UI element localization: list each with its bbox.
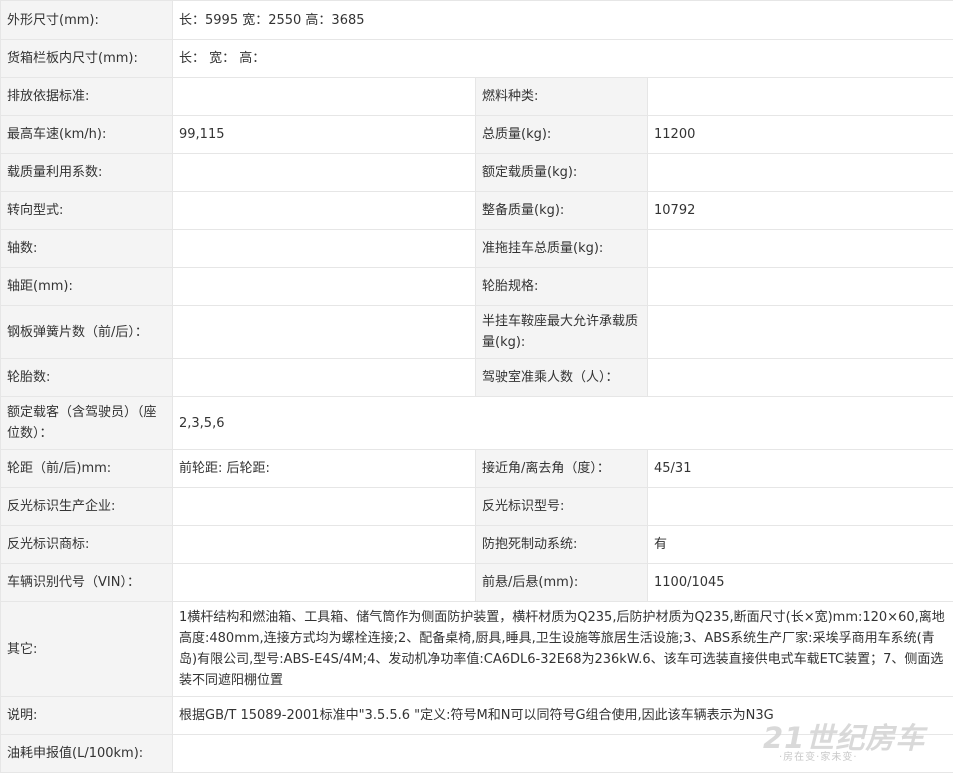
label-steering-type: 转向型式: <box>0 191 173 230</box>
label-total-mass: 总质量(kg): <box>475 115 648 154</box>
value-rated-passengers: 2,3,5,6 <box>171 396 953 450</box>
value-other: 1横杆结构和燃油箱、工具箱、储气筒作为侧面防护装置，横杆材质为Q235,后防护材… <box>171 601 953 697</box>
value-steering-type <box>172 191 476 230</box>
value-reflector-maker <box>172 487 476 526</box>
value-load-coefficient <box>172 153 476 192</box>
value-notes: 根据GB/T 15089-2001标准中"3.5.5.6 "定义:符号M和N可以… <box>171 696 953 735</box>
value-dimensions: 长：5995 宽：2550 高：3685 <box>171 0 953 40</box>
value-axle-count <box>172 229 476 268</box>
label-axle-count: 轴数: <box>0 229 173 268</box>
row-speed-mass: 最高车速(km/h): 99,115 总质量(kg): 11200 <box>0 115 953 154</box>
label-max-speed: 最高车速(km/h): <box>0 115 173 154</box>
value-cargo-box-size: 长： 宽： 高： <box>171 39 953 78</box>
label-cab-occupancy: 驾驶室准乘人数（人）： <box>475 358 648 397</box>
label-fuel-consumption: 油耗申报值(L/100km): <box>0 734 173 773</box>
label-dimensions: 外形尺寸(mm): <box>0 0 173 40</box>
value-tire-spec <box>646 267 953 306</box>
value-tire-count <box>172 358 476 397</box>
row-other: 其它: 1横杆结构和燃油箱、工具箱、储气筒作为侧面防护装置，横杆材质为Q235,… <box>0 601 953 697</box>
row-reflector-brand-abs: 反光标识商标: 防抱死制动系统: 有 <box>0 525 953 564</box>
label-rated-passengers: 额定载客（含驾驶员）（座位数）： <box>0 396 173 450</box>
label-tire-count: 轮胎数: <box>0 358 173 397</box>
label-wheelbase: 轴距(mm): <box>0 267 173 306</box>
value-reflector-model <box>646 487 953 526</box>
row-reflector-maker: 反光标识生产企业: 反光标识型号: <box>0 487 953 526</box>
value-cab-occupancy <box>646 358 953 397</box>
value-reflector-brand <box>172 525 476 564</box>
spec-table: 外形尺寸(mm): 长：5995 宽：2550 高：3685 货箱栏板内尺寸(m… <box>0 0 953 773</box>
value-total-mass: 11200 <box>646 115 953 154</box>
value-overhang: 1100/1045 <box>646 563 953 602</box>
label-abs: 防抱死制动系统: <box>475 525 648 564</box>
label-overhang: 前悬/后悬(mm): <box>475 563 648 602</box>
row-load-coef: 载质量利用系数: 额定载质量(kg): <box>0 153 953 192</box>
value-rated-load <box>646 153 953 192</box>
label-cargo-box-size: 货箱栏板内尺寸(mm): <box>0 39 173 78</box>
label-load-coefficient: 载质量利用系数: <box>0 153 173 192</box>
value-fuel-type <box>646 77 953 116</box>
value-leaf-springs <box>172 305 476 359</box>
value-track-width: 前轮距: 后轮距: <box>172 449 476 488</box>
row-seats: 额定载客（含驾驶员）（座位数）： 2,3,5,6 <box>0 396 953 450</box>
row-notes: 说明: 根据GB/T 15089-2001标准中"3.5.5.6 "定义:符号M… <box>0 696 953 735</box>
row-vin-overhang: 车辆识别代号（VIN）： 前悬/后悬(mm): 1100/1045 <box>0 563 953 602</box>
value-trailer-mass <box>646 229 953 268</box>
label-saddle-load: 半挂车鞍座最大允许承载质量(kg): <box>475 305 648 359</box>
row-emission-fuel: 排放依据标准: 燃料种类: <box>0 77 953 116</box>
label-tire-spec: 轮胎规格: <box>475 267 648 306</box>
label-reflector-maker: 反光标识生产企业: <box>0 487 173 526</box>
label-leaf-springs: 钢板弹簧片数（前/后）： <box>0 305 173 359</box>
label-vin: 车辆识别代号（VIN）： <box>0 563 173 602</box>
row-track-angles: 轮距（前/后)mm: 前轮距: 后轮距: 接近角/离去角（度）： 45/31 <box>0 449 953 488</box>
row-dimensions: 外形尺寸(mm): 长：5995 宽：2550 高：3685 <box>0 0 953 40</box>
value-emission-standard <box>172 77 476 116</box>
label-fuel-type: 燃料种类: <box>475 77 648 116</box>
value-wheelbase <box>172 267 476 306</box>
row-cargo-box-size: 货箱栏板内尺寸(mm): 长： 宽： 高： <box>0 39 953 78</box>
value-saddle-load <box>646 305 953 359</box>
label-track-width: 轮距（前/后)mm: <box>0 449 173 488</box>
label-reflector-brand: 反光标识商标: <box>0 525 173 564</box>
label-trailer-mass: 准拖挂车总质量(kg): <box>475 229 648 268</box>
label-curb-weight: 整备质量(kg): <box>475 191 648 230</box>
value-approach-departure: 45/31 <box>646 449 953 488</box>
row-steering-curb: 转向型式: 整备质量(kg): 10792 <box>0 191 953 230</box>
label-rated-load: 额定载质量(kg): <box>475 153 648 192</box>
row-fuel-consumption: 油耗申报值(L/100km): <box>0 734 953 773</box>
row-wheelbase-tire: 轴距(mm): 轮胎规格: <box>0 267 953 306</box>
label-notes: 说明: <box>0 696 173 735</box>
value-fuel-consumption <box>171 734 953 773</box>
label-reflector-model: 反光标识型号: <box>475 487 648 526</box>
value-vin <box>172 563 476 602</box>
value-max-speed: 99,115 <box>172 115 476 154</box>
row-springs-saddle: 钢板弹簧片数（前/后）： 半挂车鞍座最大允许承载质量(kg): <box>0 305 953 359</box>
value-abs: 有 <box>646 525 953 564</box>
row-tires-cab: 轮胎数: 驾驶室准乘人数（人）： <box>0 358 953 397</box>
value-curb-weight: 10792 <box>646 191 953 230</box>
label-approach-departure: 接近角/离去角（度）： <box>475 449 648 488</box>
label-other: 其它: <box>0 601 173 697</box>
label-emission-standard: 排放依据标准: <box>0 77 173 116</box>
row-axles-trailer: 轴数: 准拖挂车总质量(kg): <box>0 229 953 268</box>
